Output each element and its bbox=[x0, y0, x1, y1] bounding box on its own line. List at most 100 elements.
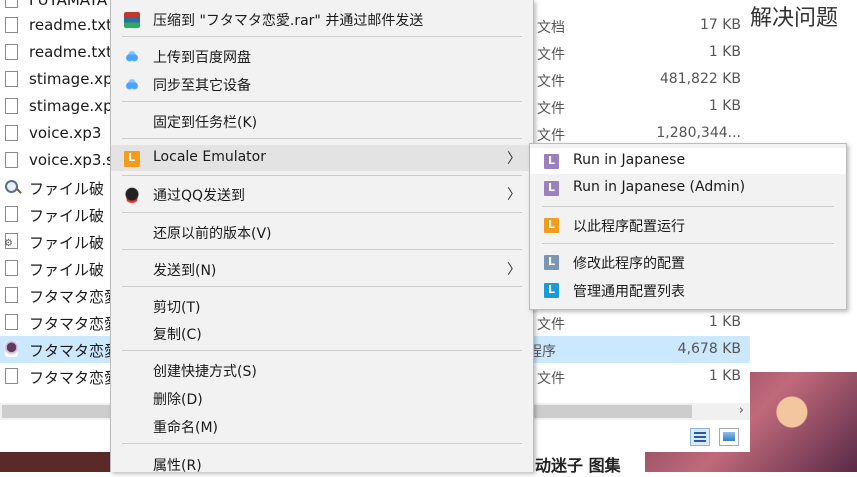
menu-item-rename[interactable]: 重命名(M) bbox=[111, 413, 533, 439]
menu-item-compress-email[interactable]: 压缩到 "フタマタ恋愛.rar" 并通过邮件发送 bbox=[111, 6, 533, 32]
background-heading: 解决问题 bbox=[750, 6, 839, 31]
menu-item-label: 同步至其它设备 bbox=[153, 78, 251, 94]
file-size: 1 KB bbox=[708, 314, 741, 330]
file-name: フタマタ恋愛 bbox=[29, 288, 120, 306]
submenu-item-label: 修改此程序的配置 bbox=[573, 256, 685, 272]
chevron-right-icon: 〉 bbox=[507, 187, 521, 203]
file-size: 1,280,344... bbox=[656, 125, 741, 141]
submenu-item-modify-config[interactable]: 修改此程序的配置 bbox=[530, 249, 846, 275]
submenu-item-label: Run in Japanese bbox=[573, 152, 686, 168]
file-name: フタマタ恋愛 bbox=[29, 315, 120, 333]
menu-item-sync-devices[interactable]: 同步至其它设备 bbox=[111, 71, 533, 97]
menu-item-baidu-upload[interactable]: 上传到百度网盘 bbox=[111, 43, 533, 69]
menu-item-pin-taskbar[interactable]: 固定到任务栏(K) bbox=[111, 108, 533, 134]
menu-item-label: 压缩到 "フタマタ恋愛.rar" 并通过邮件发送 bbox=[153, 13, 424, 29]
file-icon bbox=[5, 125, 18, 141]
locale-emulator-submenu: Run in Japanese Run in Japanese (Admin) … bbox=[529, 143, 847, 310]
file-size: 481,822 KB bbox=[659, 71, 741, 87]
submenu-item-manage-list[interactable]: 管理通用配置列表 bbox=[530, 277, 846, 303]
chevron-right-icon: 〉 bbox=[507, 151, 521, 167]
file-type: 文件 bbox=[537, 128, 565, 144]
file-icon bbox=[5, 260, 18, 276]
menu-item-locale-emulator[interactable]: Locale Emulator 〉 bbox=[111, 145, 533, 171]
menu-item-send-to[interactable]: 发送到(N) 〉 bbox=[111, 256, 533, 282]
large-icons-view-icon[interactable] bbox=[719, 428, 739, 446]
locale-emulator-modify-icon bbox=[544, 255, 559, 270]
background-caption: 动迷子 图集 bbox=[535, 456, 621, 475]
menu-separator bbox=[122, 443, 522, 444]
file-name: ファイル破 bbox=[29, 180, 105, 198]
menu-item-properties[interactable]: 属性(R) bbox=[111, 451, 533, 477]
submenu-item-label: 管理通用配置列表 bbox=[573, 284, 685, 300]
file-name: stimage.xp bbox=[29, 97, 113, 115]
winrar-icon bbox=[124, 12, 140, 28]
menu-item-label: 上传到百度网盘 bbox=[153, 50, 251, 66]
menu-separator bbox=[122, 175, 522, 176]
submenu-item-run-with-config[interactable]: 以此程序配置运行 bbox=[530, 212, 846, 238]
file-icon bbox=[5, 314, 18, 330]
menu-item-send-qq[interactable]: 通过QQ发送到 〉 bbox=[111, 181, 533, 207]
file-name: voice.xp3.s bbox=[29, 151, 114, 169]
submenu-item-run-japanese-admin[interactable]: Run in Japanese (Admin) bbox=[530, 175, 846, 201]
locale-emulator-manage-icon bbox=[544, 283, 559, 298]
submenu-separator bbox=[542, 243, 834, 244]
submenu-item-label: Run in Japanese (Admin) bbox=[573, 179, 746, 195]
file-name: voice.xp3 bbox=[29, 124, 102, 142]
file-name: FUTAMATA bbox=[29, 0, 108, 9]
settings-file-icon bbox=[4, 233, 18, 249]
file-name: ファイル破 bbox=[29, 234, 105, 252]
file-icon bbox=[5, 71, 18, 87]
context-menu: 压缩到 "フタマタ恋愛.rar" 并通过邮件发送 上传到百度网盘 同步至其它设备… bbox=[110, 0, 534, 474]
menu-item-label: 通过QQ发送到 bbox=[153, 188, 246, 204]
file-icon bbox=[5, 44, 18, 60]
menu-separator bbox=[122, 249, 522, 250]
menu-item-cut[interactable]: 剪切(T) bbox=[111, 293, 533, 319]
menu-separator bbox=[122, 286, 522, 287]
details-view-icon[interactable] bbox=[690, 428, 710, 446]
file-name: ファイル破 bbox=[29, 261, 105, 279]
locale-emulator-run-icon bbox=[544, 154, 559, 169]
file-icon bbox=[5, 0, 18, 8]
file-name: フタマタ恋愛 bbox=[29, 369, 120, 387]
file-icon bbox=[5, 152, 18, 168]
file-type: 文件 bbox=[537, 101, 565, 117]
file-size: 1 KB bbox=[708, 44, 741, 60]
locale-emulator-admin-icon bbox=[544, 181, 559, 196]
file-icon bbox=[5, 206, 18, 222]
menu-separator bbox=[122, 350, 522, 351]
file-type: 文档 bbox=[537, 20, 565, 36]
menu-item-label: 删除(D) bbox=[153, 392, 203, 408]
file-type: 文件 bbox=[537, 317, 565, 333]
file-size: 17 KB bbox=[699, 17, 741, 33]
file-type: 文件 bbox=[537, 371, 565, 387]
file-size: 4,678 KB bbox=[677, 341, 741, 357]
menu-item-label: Locale Emulator bbox=[153, 149, 266, 165]
menu-item-create-shortcut[interactable]: 创建快捷方式(S) bbox=[111, 357, 533, 383]
chevron-right-icon: 〉 bbox=[507, 262, 521, 278]
locale-emulator-icon bbox=[124, 151, 140, 167]
menu-item-delete[interactable]: 删除(D) bbox=[111, 385, 533, 411]
scroll-right-arrow-icon[interactable]: › bbox=[739, 403, 744, 418]
menu-item-copy[interactable]: 复制(C) bbox=[111, 320, 533, 346]
menu-item-label: 重命名(M) bbox=[153, 420, 219, 436]
menu-item-restore-versions[interactable]: 还原以前的版本(V) bbox=[111, 219, 533, 245]
file-name: フタマタ恋愛 bbox=[29, 342, 120, 360]
file-type: 文件 bbox=[537, 74, 565, 90]
file-icon bbox=[5, 287, 18, 303]
file-name: ファイル破 bbox=[29, 207, 105, 225]
baidu-sync-icon bbox=[124, 77, 140, 93]
submenu-item-label: 以此程序配置运行 bbox=[573, 219, 685, 235]
file-name: readme.txt bbox=[29, 43, 113, 61]
file-name: readme.txt bbox=[29, 16, 113, 34]
magnifier-icon bbox=[5, 179, 18, 195]
menu-item-label: 还原以前的版本(V) bbox=[153, 226, 272, 242]
menu-item-label: 复制(C) bbox=[153, 327, 202, 343]
menu-separator bbox=[122, 36, 522, 37]
submenu-separator bbox=[542, 206, 834, 207]
submenu-item-run-japanese[interactable]: Run in Japanese bbox=[530, 148, 846, 174]
menu-separator bbox=[122, 101, 522, 102]
menu-item-label: 属性(R) bbox=[153, 458, 202, 474]
file-name: stimage.xp bbox=[29, 70, 113, 88]
menu-separator bbox=[122, 212, 522, 213]
background-strip bbox=[0, 452, 110, 472]
